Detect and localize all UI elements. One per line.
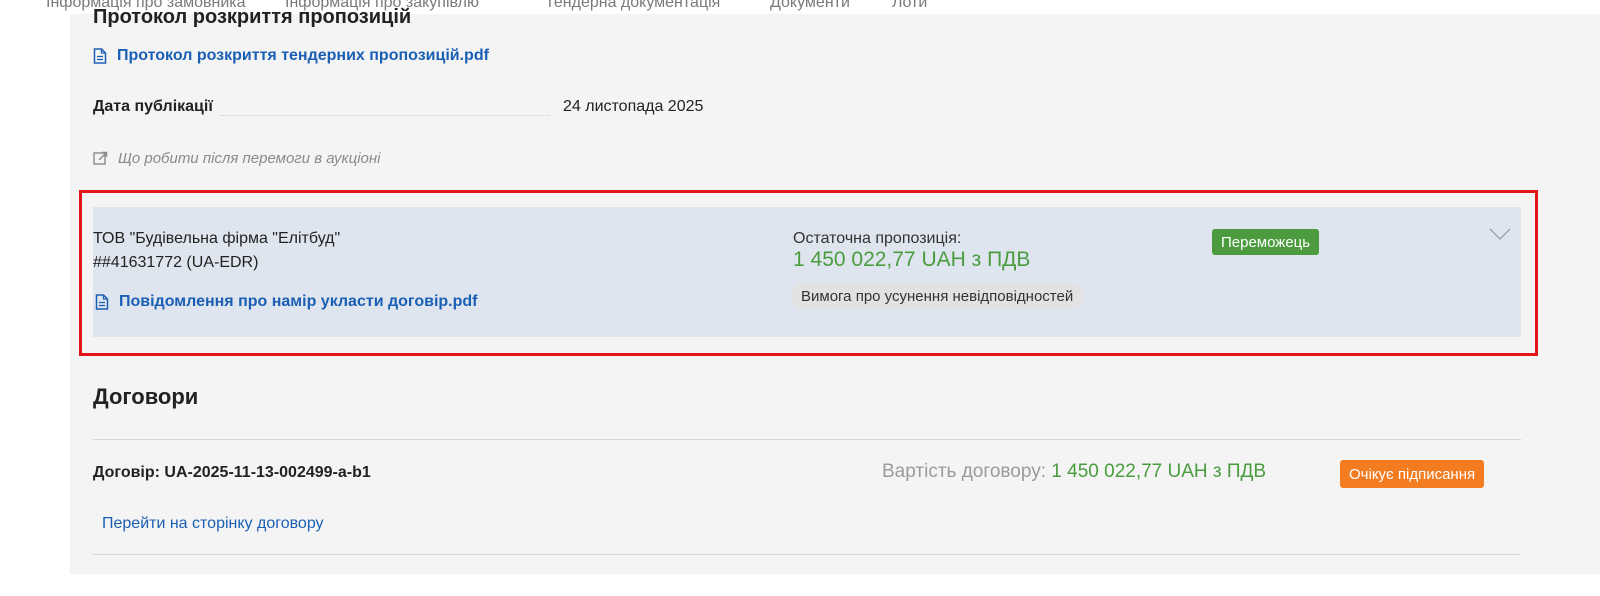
tab-documents[interactable]: Документи [770, 0, 850, 13]
tab-procurement-info[interactable]: Інформація про закупівлю [285, 0, 479, 13]
contracts-bottom-divider [93, 554, 1521, 555]
external-link-icon [93, 151, 108, 165]
requirement-chip[interactable]: Вимога про усунення невідповідностей [791, 283, 1084, 309]
chevron-down-icon[interactable] [1489, 227, 1511, 241]
top-navigation: Інформація про замовника Інформація про … [0, 0, 1600, 14]
tender-results-panel: Протокол розкриття пропозицій Протокол р… [70, 6, 1600, 574]
intent-notice-file-link[interactable]: Повідомлення про намір укласти договір.p… [95, 293, 478, 311]
protocol-file-link[interactable]: Протокол розкриття тендерних пропозицій.… [93, 47, 489, 65]
contract-cost-amount: 1 450 022,77 UAH з ПДВ [1051, 461, 1267, 482]
bidder-name: ТОВ "Будівельна фірма "Елітбуд" [93, 230, 341, 247]
tab-customer-info[interactable]: Інформація про замовника [46, 0, 246, 13]
contract-status-badge: Очікує підписання [1340, 460, 1485, 488]
bidder-edrpou: ##41631772 (UA-EDR) [93, 254, 259, 271]
contract-id: Договір: UA-2025-11-13-002499-a-b1 [93, 464, 371, 481]
protocol-file-name: Протокол розкриття тендерних пропозицій.… [117, 47, 489, 64]
contract-cost: Вартість договору: 1 450 022,77 UAH з ПД… [882, 461, 1266, 483]
publication-date-value: 24 листопада 2025 [563, 98, 704, 115]
tab-tender-documentation[interactable]: Тендерна документація [545, 0, 720, 13]
contracts-section-title: Договори [93, 384, 199, 409]
tab-lots[interactable]: Лоти [892, 0, 927, 13]
after-auction-help-text: Що робити після перемоги в аукціоні [118, 150, 381, 167]
document-icon [95, 294, 109, 310]
document-icon [93, 48, 107, 64]
go-to-contract-link[interactable]: Перейти на сторінку договору [102, 515, 324, 533]
contracts-divider [93, 439, 1521, 440]
intent-notice-file-name: Повідомлення про намір укласти договір.p… [119, 293, 478, 310]
contract-cost-label: Вартість договору: [882, 461, 1052, 482]
winner-status-badge: Переможець [1212, 229, 1320, 255]
winner-bid-card: ТОВ "Будівельна фірма "Елітбуд" ##416317… [93, 207, 1521, 337]
final-offer-amount: 1 450 022,77 UAH з ПДВ [793, 248, 1031, 271]
after-auction-help-link[interactable]: Що робити після перемоги в аукціоні [93, 150, 380, 167]
publication-date-label: Дата публікації [93, 98, 213, 115]
dotted-leader [220, 115, 550, 116]
final-offer-label: Остаточна пропозиція: [793, 230, 962, 247]
